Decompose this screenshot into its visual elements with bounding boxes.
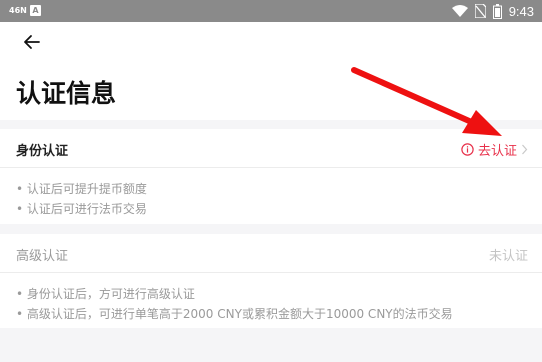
page-title: 认证信息 [16, 79, 117, 108]
identity-verification-label: 身份认证 [16, 144, 69, 159]
status-icons: 9:43 [451, 2, 534, 20]
advanced-verification-row[interactable]: 高级认证 未认证 [0, 234, 542, 273]
identity-benefits: • 认证后可提升提币额度 • 认证后可进行法币交易 [0, 168, 542, 219]
advanced-benefits: • 身份认证后，方可进行高级认证 • 高级认证后，可进行单笔高于2000 CNY… [0, 273, 542, 324]
go-verify-label: 去认证 [477, 144, 517, 159]
header: 认证信息 [0, 22, 542, 120]
info-icon [461, 143, 474, 156]
network-indicator: 46N [9, 6, 27, 15]
benefit-item: • 认证后可进行法币交易 [16, 202, 147, 216]
identity-verification-card: 身份认证 去认证 • 认证后可提升提币额度 • 认证后可进行法币交易 [0, 129, 542, 224]
advanced-verification-card: 高级认证 未认证 • 身份认证后，方可进行高级认证 • 高级认证后，可进行单笔高… [0, 234, 542, 328]
no-sim-icon [474, 4, 486, 18]
back-arrow-icon[interactable] [22, 32, 42, 52]
clock: 9:43 [508, 3, 534, 19]
benefit-item: • 认证后可提升提币额度 [16, 182, 147, 196]
go-verify-link[interactable]: 去认证 [461, 140, 528, 159]
benefit-item: • 身份认证后，方可进行高级认证 [16, 287, 195, 301]
identity-verification-row[interactable]: 身份认证 去认证 [0, 129, 542, 168]
battery-icon [492, 3, 502, 19]
wifi-icon [451, 5, 468, 17]
benefit-item: • 高级认证后，可进行单笔高于2000 CNY或累积金额大于10000 CNY的… [16, 307, 453, 321]
advanced-verification-label: 高级认证 [16, 249, 69, 264]
status-bar: 46N A 9:43 [0, 0, 542, 22]
notification-app-icon: A [30, 5, 41, 16]
advanced-status: 未认证 [488, 249, 528, 264]
chevron-right-icon [522, 144, 528, 155]
